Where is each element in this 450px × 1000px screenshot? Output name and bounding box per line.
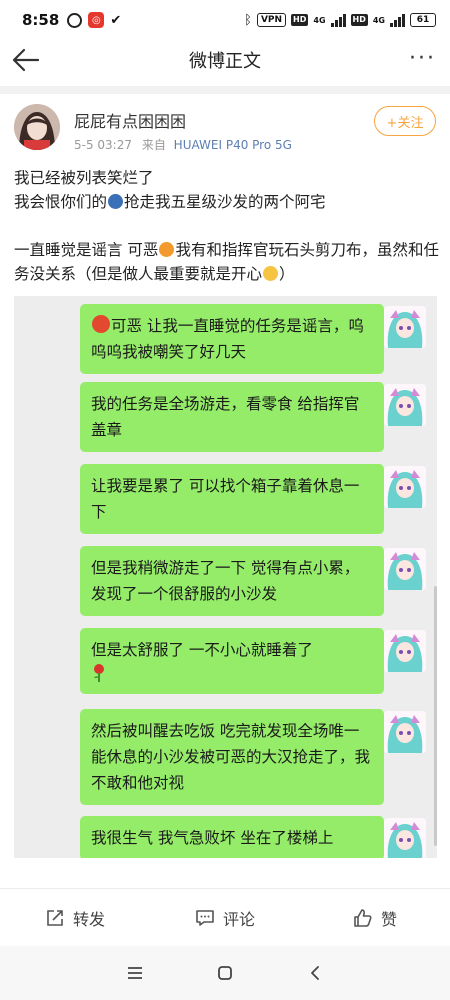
- chat-text: 让我要是累了 可以找个箱子靠着休息一下: [91, 477, 360, 521]
- follow-button[interactable]: +关注: [374, 106, 436, 136]
- chat-avatar: [384, 466, 426, 508]
- like-label: 赞: [380, 909, 397, 929]
- chat-text: 但是我稍微游走了一下 觉得有点小累，发现了一个很舒服的小沙发: [91, 559, 360, 603]
- chat-bubble: 但是太舒服了 一不小心就睡着了: [80, 628, 391, 694]
- repost-label: 转发: [72, 909, 105, 929]
- signal-icon-1: [330, 13, 346, 27]
- post-line-3: 一直睡觉是谣言 可恶 我有和指挥官玩石头剪刀布，虽然和任务没关系（但是做人最重要就…: [14, 238, 440, 286]
- chat-scrollbar: [434, 586, 437, 846]
- title-bar: 微博正文 ···: [0, 40, 450, 80]
- more-options-icon[interactable]: ···: [409, 46, 436, 71]
- angry-emoji-icon: [92, 315, 110, 333]
- chat-avatar: [384, 818, 426, 858]
- post-content: 我已经被列表笑烂了 我会恨你们的 抢走我五星级沙发的两个阿宅 一直睡觉是谣言 可恶…: [14, 166, 440, 286]
- action-bar: 转发 评论 赞: [0, 888, 450, 946]
- comment-label: 评论: [222, 909, 255, 929]
- post-device: HUAWEI P40 Pro 5G: [173, 138, 292, 152]
- chat-screenshot[interactable]: 可恶 让我一直睡觉的任务是谣言，呜呜呜我被嘲笑了好几天 我的任务是全场游走，看零…: [14, 296, 437, 858]
- chat-text: 可恶 让我一直睡觉的任务是谣言，呜呜呜我被嘲笑了好几天: [91, 317, 364, 361]
- signal-icon-2: [390, 13, 405, 27]
- thumbs-up-icon: [353, 908, 373, 928]
- repost-button[interactable]: 转发: [0, 906, 150, 930]
- post-line-1: 我已经被列表笑烂了: [14, 169, 154, 187]
- happy-emoji-icon: [263, 266, 279, 281]
- section-divider: [0, 86, 450, 94]
- chat-text: 我的任务是全场游走，看零食 给指挥官盖章: [91, 395, 360, 439]
- angry-emoji-icon: [159, 242, 175, 257]
- chat-text: 然后被叫醒去吃饭 吃完就发现全场唯一能休息的小沙发被可恶的大汉抢走了，我不敢和他…: [91, 722, 371, 792]
- chat-avatar: [384, 630, 426, 672]
- bluetooth-icon: ᛒ: [244, 12, 252, 28]
- chat-bubble: 让我要是累了 可以找个箱子靠着休息一下: [80, 464, 391, 534]
- chat-bubble: 可恶 让我一直睡觉的任务是谣言，呜呜呜我被嘲笑了好几天: [80, 304, 391, 374]
- system-nav-bar: [0, 946, 450, 1000]
- status-bar: 8:58 ◎ ✔ ᛒ VPN HD 4G HD 4G 61: [0, 0, 450, 40]
- weibo-app-icon: ◎: [88, 12, 105, 28]
- back-arrow-icon[interactable]: [10, 44, 42, 76]
- comment-button[interactable]: 评论: [150, 906, 300, 930]
- chat-avatar: [384, 384, 426, 426]
- rose-emoji-icon: [91, 663, 373, 685]
- battery-icon: 61: [410, 13, 436, 27]
- page-title: 微博正文: [189, 51, 261, 72]
- chat-avatar: [384, 548, 426, 590]
- author-name[interactable]: 屁屁有点困困困: [74, 108, 186, 132]
- network-type-2: 4G: [372, 15, 385, 25]
- chat-avatar: [384, 306, 426, 348]
- chat-avatar: [384, 711, 426, 753]
- chat-text: 但是太舒服了 一不小心就睡着了: [91, 641, 313, 659]
- vpn-badge: VPN: [256, 13, 287, 27]
- ghost-emoji-icon: [108, 194, 124, 209]
- chat-bubble: 然后被叫醒去吃饭 吃完就发现全场唯一能休息的小沙发被可恶的大汉抢走了，我不敢和他…: [80, 709, 391, 805]
- post-line-3-start: 一直睡觉是谣言 可恶: [14, 241, 159, 259]
- status-time: 8:58: [22, 11, 60, 29]
- comment-icon: [195, 908, 215, 928]
- chat-bubble: 我的任务是全场游走，看零食 给指挥官盖章: [80, 382, 391, 452]
- post-line-2-start: 我会恨你们的: [14, 193, 108, 211]
- hd-badge-2: HD: [350, 14, 368, 26]
- like-button[interactable]: 赞: [300, 906, 450, 930]
- chat-text: 我很生气 我气急败坏 坐在了楼梯上: [91, 829, 334, 847]
- post-line-3-end: ）: [279, 265, 295, 283]
- back-nav-icon[interactable]: [300, 958, 330, 988]
- post-source-label: 来自: [141, 138, 166, 152]
- author-avatar[interactable]: [14, 104, 60, 150]
- check-icon: ✔: [110, 12, 122, 28]
- hd-badge-1: HD: [291, 14, 309, 26]
- alarm-icon: [67, 12, 83, 28]
- chat-bubble: 我很生气 我气急败坏 坐在了楼梯上: [80, 816, 391, 858]
- post-meta: 5-5 03:27 来自 HUAWEI P40 Pro 5G: [74, 136, 292, 153]
- chat-bubble: 但是我稍微游走了一下 觉得有点小累，发现了一个很舒服的小沙发: [80, 546, 391, 616]
- home-icon[interactable]: [210, 958, 240, 988]
- repost-icon: [45, 908, 65, 928]
- post-line-2-end: 抢走我五星级沙发的两个阿宅: [124, 193, 326, 211]
- network-type-1: 4G: [313, 15, 326, 25]
- post-time: 5-5 03:27: [74, 138, 132, 152]
- post-line-2: 我会恨你们的 抢走我五星级沙发的两个阿宅: [14, 190, 440, 214]
- menu-icon[interactable]: [120, 958, 150, 988]
- post-author: 屁屁有点困困困 5-5 03:27 来自 HUAWEI P40 Pro 5G +…: [0, 96, 450, 162]
